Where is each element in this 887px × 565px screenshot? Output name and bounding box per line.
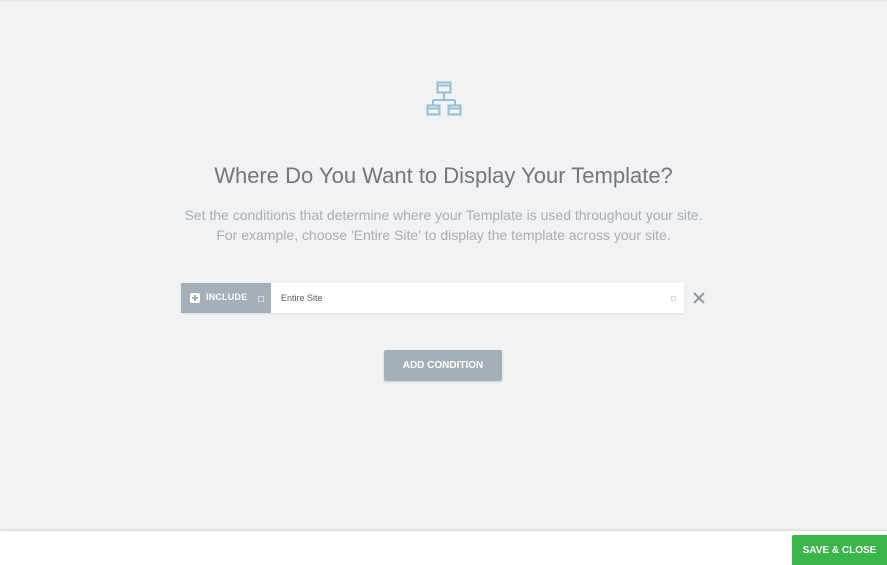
remove-condition-close-icon[interactable] bbox=[692, 291, 706, 305]
dropdown-arrow-icon bbox=[671, 296, 676, 301]
condition-target-label: Entire Site bbox=[281, 293, 323, 303]
top-edge-shadow bbox=[0, 0, 887, 3]
add-condition-button[interactable]: ADD CONDITION bbox=[384, 350, 502, 381]
condition-row: INCLUDE Entire Site bbox=[181, 283, 684, 313]
sitemap-icon bbox=[426, 81, 462, 116]
condition-type-label: INCLUDE bbox=[206, 292, 248, 302]
footer-bar: SAVE & CLOSE bbox=[0, 531, 887, 565]
page-title: Where Do You Want to Display Your Templa… bbox=[214, 163, 673, 188]
condition-target-select[interactable]: Entire Site bbox=[271, 283, 684, 313]
description-line-2: For example, choose 'Entire Site' to dis… bbox=[216, 227, 671, 243]
dropdown-arrow-icon bbox=[258, 296, 264, 302]
condition-type-select[interactable]: INCLUDE bbox=[181, 283, 271, 313]
save-and-close-button[interactable]: SAVE & CLOSE bbox=[792, 535, 887, 565]
description-line-1: Set the conditions that determine where … bbox=[184, 207, 703, 223]
plus-icon bbox=[190, 293, 200, 303]
